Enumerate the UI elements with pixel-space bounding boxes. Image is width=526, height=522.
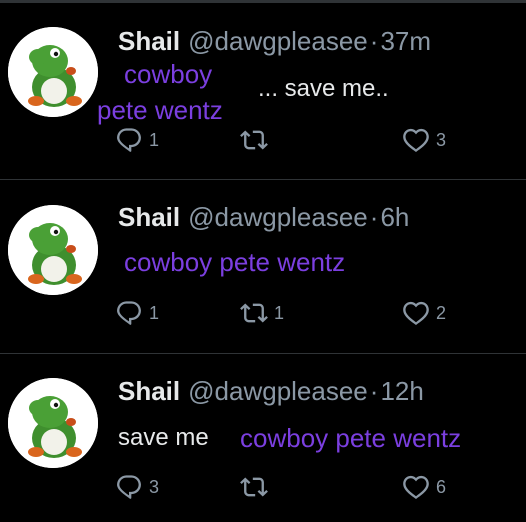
tweet-card[interactable]: Shail @dawgpleasee·12h save me cowboy pet…	[0, 354, 526, 522]
retweet-button[interactable]	[240, 472, 274, 502]
timestamp[interactable]: 12h	[380, 376, 423, 406]
yoshi-plush-avatar-icon	[8, 27, 98, 117]
reply-icon	[117, 128, 141, 152]
separator: ·	[369, 376, 379, 406]
retweet-icon	[240, 130, 268, 150]
heart-icon	[403, 301, 429, 326]
display-name[interactable]: Shail	[118, 376, 180, 406]
reply-icon	[117, 301, 141, 325]
retweet-icon	[240, 477, 268, 497]
heart-icon	[403, 475, 429, 500]
tweet-actions: 3 6	[115, 472, 475, 502]
reply-button[interactable]: 1	[115, 125, 159, 155]
retweet-icon	[240, 303, 268, 323]
tweet-header: Shail @dawgpleasee·12h	[118, 376, 424, 406]
reply-icon	[117, 475, 141, 499]
reply-count: 1	[149, 302, 160, 323]
reply-count: 1	[149, 129, 160, 150]
separator: ·	[369, 202, 379, 232]
retweet-count: 1	[274, 302, 285, 323]
yoshi-plush-avatar-icon	[8, 378, 98, 468]
reply-button[interactable]: 3	[115, 472, 159, 502]
tweet-header: Shail @dawgpleasee·37m	[118, 26, 431, 56]
like-button[interactable]: 3	[402, 125, 446, 155]
avatar[interactable]	[8, 27, 98, 117]
tweet-header: Shail @dawgpleasee·6h	[118, 202, 409, 232]
like-button[interactable]: 6	[402, 472, 446, 502]
retweet-button[interactable]: 1	[240, 298, 284, 328]
avatar[interactable]	[8, 205, 98, 295]
display-name[interactable]: Shail	[118, 26, 180, 56]
overlay-text: cowboy pete wentz	[124, 247, 346, 277]
like-count: 6	[436, 476, 447, 497]
like-count: 3	[436, 129, 447, 150]
tweet-text: ... save me..	[258, 75, 389, 102]
user-handle[interactable]: @dawgpleasee	[188, 376, 368, 406]
overlay-text: cowboy pete wentz	[240, 423, 462, 453]
reply-button[interactable]: 1	[115, 298, 159, 328]
overlay-text: cowboy	[124, 59, 213, 89]
yoshi-plush-avatar-icon	[8, 205, 98, 295]
timestamp[interactable]: 37m	[380, 26, 431, 56]
separator: ·	[369, 26, 379, 56]
overlay-text: pete wentz	[97, 95, 223, 125]
user-handle[interactable]: @dawgpleasee	[188, 202, 368, 232]
timestamp[interactable]: 6h	[380, 202, 409, 232]
avatar[interactable]	[8, 378, 98, 468]
user-handle[interactable]: @dawgpleasee	[188, 26, 368, 56]
tweet-card[interactable]: Shail @dawgpleasee·37m cowboy ... save me…	[0, 3, 526, 180]
tweet-text: save me	[118, 424, 209, 451]
tweet-actions: 1 1 2	[115, 298, 475, 328]
tweet-actions: 1 3	[115, 125, 475, 155]
retweet-button[interactable]	[240, 125, 274, 155]
heart-icon	[403, 128, 429, 153]
like-count: 2	[436, 302, 447, 323]
tweet-card[interactable]: Shail @dawgpleasee·6h cowboy pete wentz 1…	[0, 180, 526, 354]
display-name[interactable]: Shail	[118, 202, 180, 232]
like-button[interactable]: 2	[402, 298, 446, 328]
reply-count: 3	[149, 476, 160, 497]
